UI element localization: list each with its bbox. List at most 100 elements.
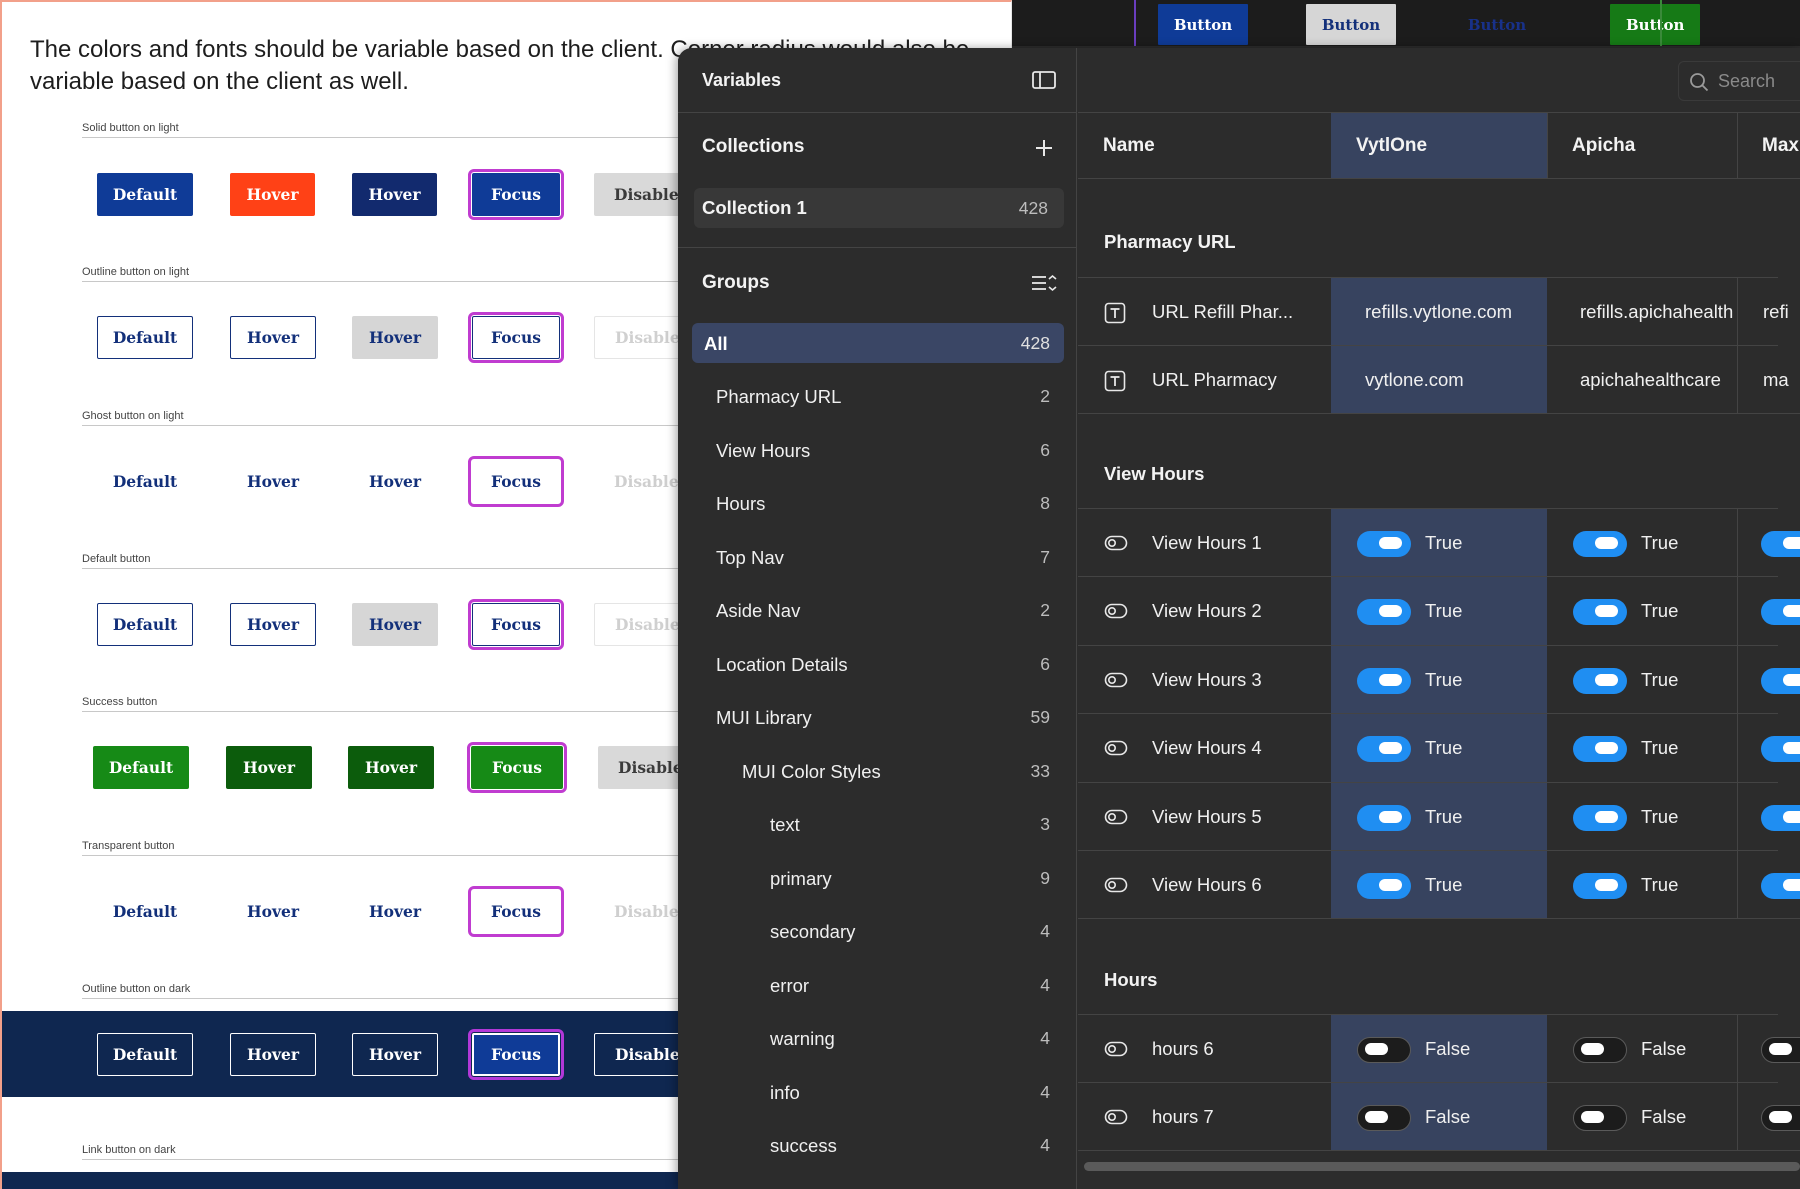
value-cell[interactable]: [1737, 783, 1800, 850]
value-cell[interactable]: True: [1331, 783, 1547, 850]
toggle-switch[interactable]: [1761, 668, 1800, 694]
value-cell[interactable]: False: [1331, 1015, 1547, 1082]
value-cell[interactable]: True: [1547, 577, 1737, 644]
group-item-aside-nav[interactable]: Aside Nav 2: [692, 590, 1064, 630]
group-item-mui-color-styles[interactable]: MUI Color Styles 33: [692, 751, 1064, 791]
value-cell[interactable]: [1737, 577, 1800, 644]
group-item-success[interactable]: success 4: [692, 1125, 1064, 1165]
column-header-apicha[interactable]: Apicha: [1547, 113, 1737, 179]
toggle-switch[interactable]: [1573, 531, 1627, 557]
ghost-hover-button-2[interactable]: Hover: [352, 460, 438, 503]
toggle-switch[interactable]: [1357, 668, 1411, 694]
value-cell[interactable]: True: [1331, 509, 1547, 576]
success-focus-button[interactable]: Focus: [467, 742, 567, 793]
table-row[interactable]: URL Pharmacy vytlone.com apichahealthcar…: [1078, 345, 1789, 413]
strip-button-2[interactable]: Button: [1306, 4, 1396, 45]
group-item-top-nav[interactable]: Top Nav 7: [692, 537, 1064, 577]
toggle-switch[interactable]: [1573, 1037, 1627, 1063]
table-row[interactable]: View Hours 2 True True: [1078, 576, 1800, 644]
value-cell[interactable]: [1737, 646, 1800, 713]
transparent-hover-button-2[interactable]: Hover: [352, 890, 438, 933]
column-header-vytlone[interactable]: VytlOne: [1331, 113, 1547, 179]
ghost-focus-button[interactable]: Focus: [468, 456, 564, 507]
group-item-hours[interactable]: Hours 8: [692, 483, 1064, 523]
toggle-switch[interactable]: [1573, 668, 1627, 694]
ghost-default-button[interactable]: Default: [97, 460, 193, 503]
toggle-switch[interactable]: [1357, 1037, 1411, 1063]
group-options-icon[interactable]: [1030, 270, 1058, 296]
outline-hover-button-2[interactable]: Hover: [352, 316, 438, 359]
toggle-switch[interactable]: [1761, 599, 1800, 625]
value-cell[interactable]: [1737, 1015, 1800, 1082]
table-row[interactable]: View Hours 3 True True: [1078, 645, 1800, 713]
toggle-switch[interactable]: [1761, 531, 1800, 557]
toggle-switch[interactable]: [1761, 1037, 1800, 1063]
toggle-sidebar-icon[interactable]: [1030, 68, 1058, 92]
toggle-switch[interactable]: [1357, 599, 1411, 625]
success-hover-button-2[interactable]: Hover: [348, 746, 434, 789]
value-cell[interactable]: True: [1331, 851, 1547, 918]
strip-button-3[interactable]: Button: [1452, 4, 1542, 45]
toggle-switch[interactable]: [1761, 873, 1800, 899]
collection-item[interactable]: Collection 1 428: [694, 188, 1064, 228]
value-cell[interactable]: apichahealthcare: [1547, 346, 1737, 413]
strip-button-4[interactable]: Button: [1610, 4, 1700, 45]
toggle-switch[interactable]: [1761, 736, 1800, 762]
solid-hover-button[interactable]: Hover: [230, 173, 315, 216]
success-default-button[interactable]: Default: [93, 746, 189, 789]
group-item-primary[interactable]: primary 9: [692, 858, 1064, 898]
column-header-name[interactable]: Name: [1078, 113, 1331, 179]
group-item-info[interactable]: info 4: [692, 1072, 1064, 1112]
group-item-mui-library[interactable]: MUI Library 59: [692, 697, 1064, 737]
dark-hover-button[interactable]: Hover: [230, 1033, 316, 1076]
value-cell[interactable]: vytlone.com: [1331, 346, 1547, 413]
value-cell[interactable]: True: [1547, 783, 1737, 850]
toggle-switch[interactable]: [1357, 1105, 1411, 1131]
outline-default-button[interactable]: Default: [97, 316, 193, 359]
toggle-switch[interactable]: [1357, 531, 1411, 557]
outline-focus-button[interactable]: Focus: [468, 312, 564, 363]
ghost-hover-button[interactable]: Hover: [230, 460, 316, 503]
strip-button-1[interactable]: Button: [1158, 4, 1248, 45]
table-row[interactable]: hours 7 False False: [1078, 1082, 1800, 1150]
default-hover-button-2[interactable]: Hover: [352, 603, 438, 646]
value-cell[interactable]: True: [1547, 509, 1737, 576]
transparent-default-button[interactable]: Default: [97, 890, 193, 933]
value-cell[interactable]: True: [1547, 646, 1737, 713]
value-cell[interactable]: refills.apichahealth: [1547, 278, 1737, 345]
group-item-view-hours[interactable]: View Hours 6: [692, 430, 1064, 470]
value-cell[interactable]: True: [1331, 646, 1547, 713]
value-cell[interactable]: True: [1331, 714, 1547, 781]
value-cell[interactable]: False: [1547, 1015, 1737, 1082]
value-cell[interactable]: True: [1547, 851, 1737, 918]
value-cell[interactable]: False: [1331, 1083, 1547, 1150]
dark-hover-button-2[interactable]: Hover: [352, 1033, 438, 1076]
success-hover-button[interactable]: Hover: [226, 746, 312, 789]
value-cell[interactable]: True: [1331, 577, 1547, 644]
horizontal-scrollbar[interactable]: [1084, 1162, 1800, 1171]
toggle-switch[interactable]: [1573, 805, 1627, 831]
transparent-focus-button[interactable]: Focus: [468, 886, 564, 937]
column-header-max[interactable]: Max: [1737, 113, 1800, 179]
group-item-location-details[interactable]: Location Details 6: [692, 644, 1064, 684]
group-item-warning[interactable]: warning 4: [692, 1018, 1064, 1058]
default-default-button[interactable]: Default: [97, 603, 193, 646]
dark-focus-button[interactable]: Focus: [468, 1029, 564, 1080]
value-cell[interactable]: True: [1547, 714, 1737, 781]
toggle-switch[interactable]: [1573, 1105, 1627, 1131]
search-input[interactable]: Search: [1678, 61, 1800, 101]
toggle-switch[interactable]: [1573, 599, 1627, 625]
default-hover-button[interactable]: Hover: [230, 603, 316, 646]
table-row[interactable]: View Hours 4 True True: [1078, 713, 1800, 781]
group-item-pharmacy-url[interactable]: Pharmacy URL 2: [692, 376, 1064, 416]
table-row[interactable]: View Hours 5 True True: [1078, 782, 1800, 850]
toggle-switch[interactable]: [1761, 805, 1800, 831]
table-row[interactable]: View Hours 6 True True: [1078, 850, 1800, 918]
value-cell[interactable]: [1737, 1083, 1800, 1150]
table-row[interactable]: URL Refill Phar... refills.vytlone.com r…: [1078, 277, 1789, 345]
value-cell[interactable]: [1737, 509, 1800, 576]
toggle-switch[interactable]: [1357, 736, 1411, 762]
toggle-switch[interactable]: [1357, 805, 1411, 831]
transparent-hover-button[interactable]: Hover: [230, 890, 316, 933]
dark-default-button[interactable]: Default: [97, 1033, 193, 1076]
